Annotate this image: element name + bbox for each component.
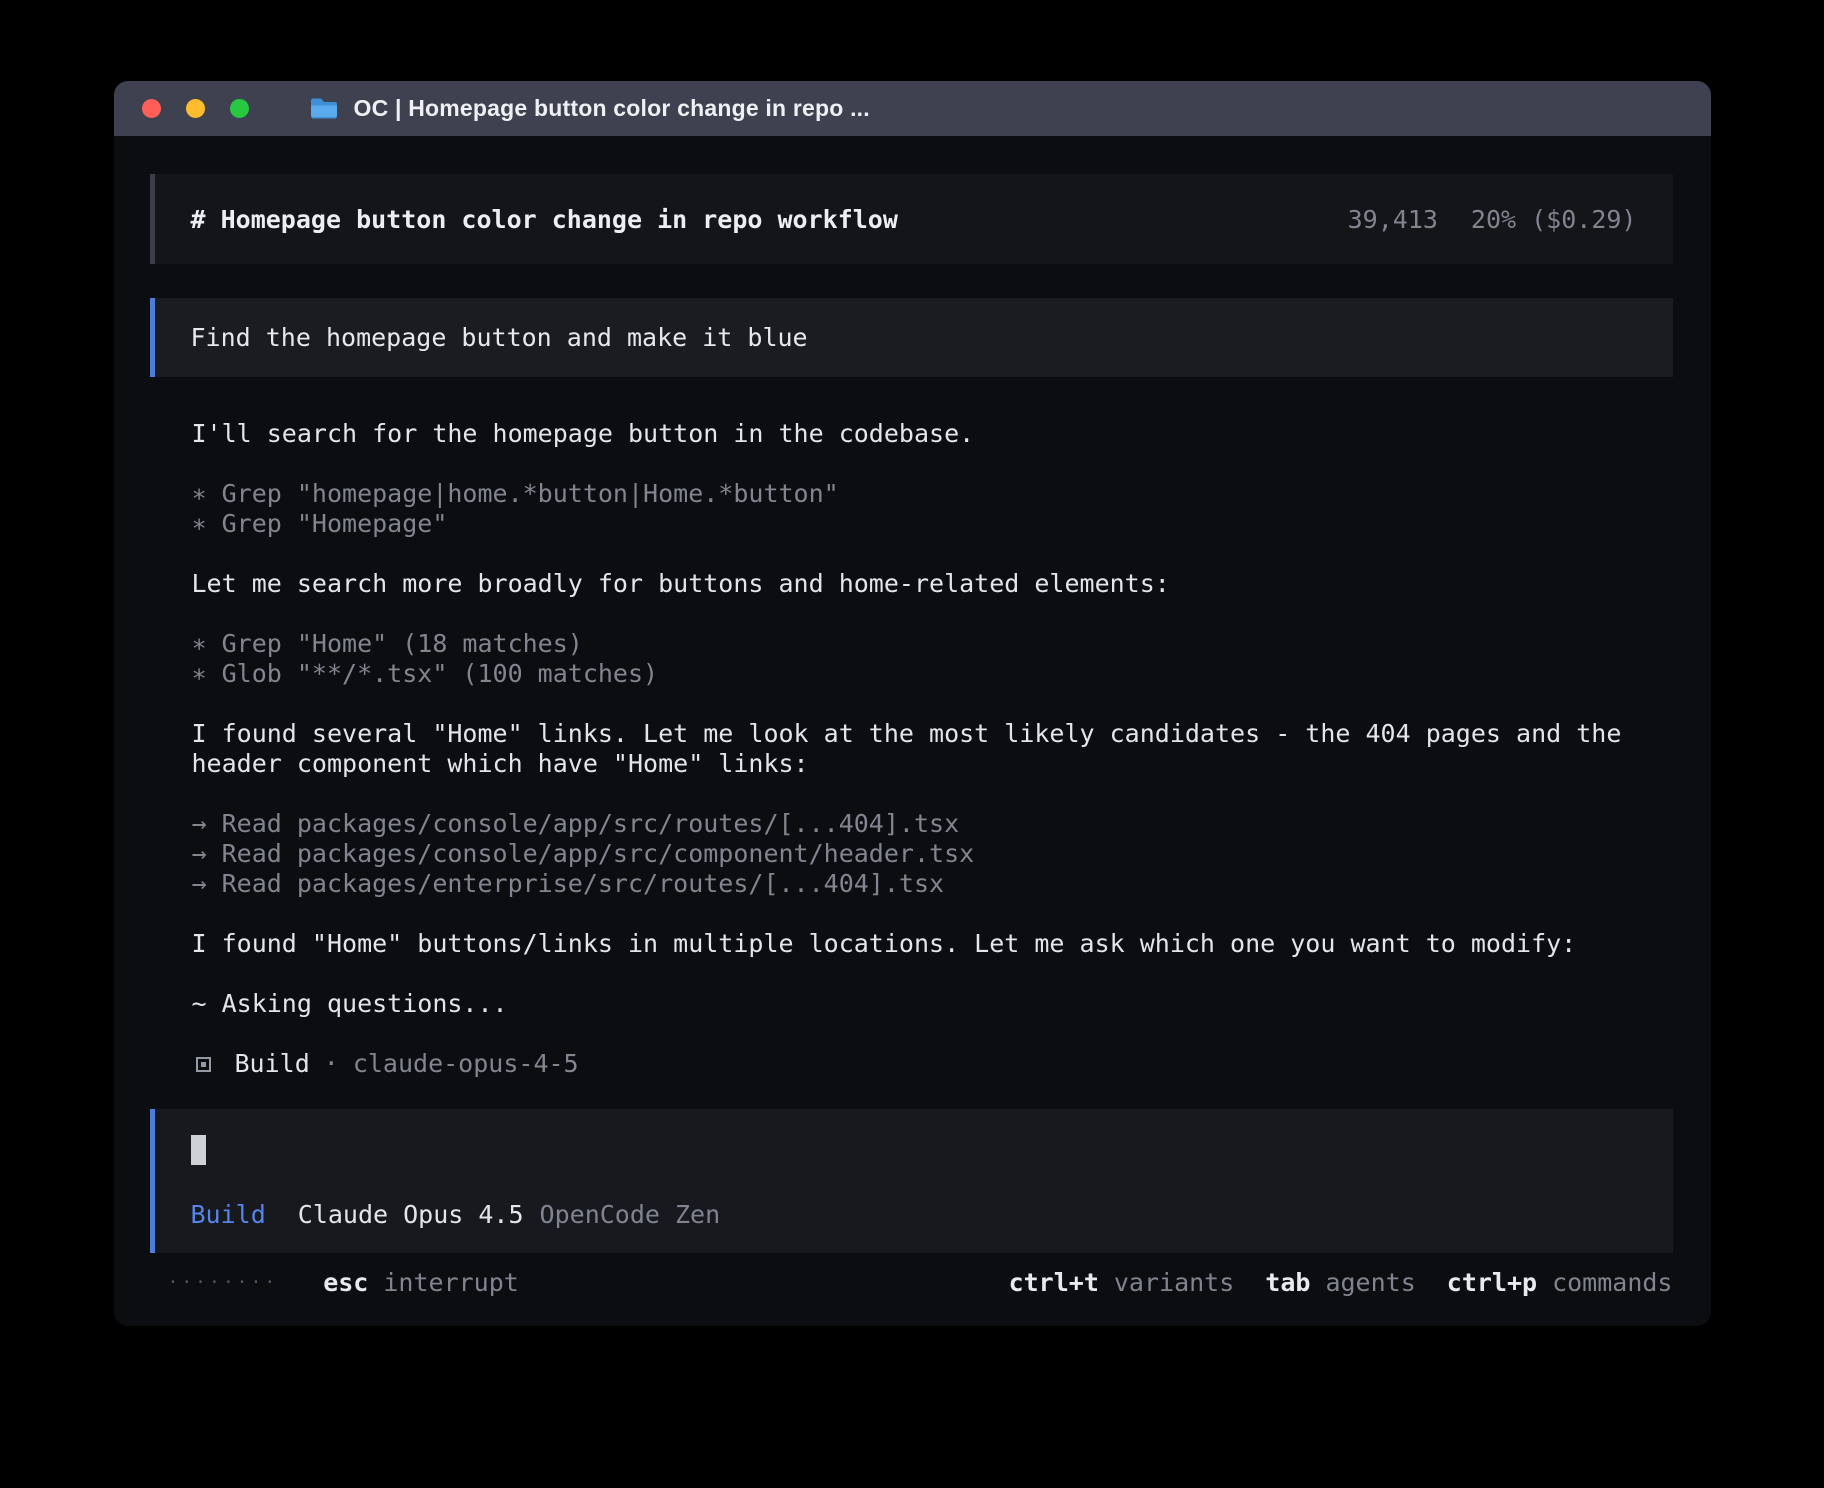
window-title: OC | Homepage button color change in rep… (354, 95, 870, 122)
assistant-text: I found several "Home" links. Let me loo… (192, 719, 1673, 779)
session-stats: 39,413 20% ($0.29) (1348, 205, 1637, 234)
terminal-window: OC | Homepage button color change in rep… (114, 81, 1711, 1326)
tool-call-grep: ∗ Grep "Home" (18 matches) (192, 629, 1673, 659)
shortcut-key: tab (1265, 1268, 1310, 1297)
separator-dot: · (324, 1049, 339, 1079)
shortcut-agents: tab agents (1265, 1268, 1415, 1297)
status-bar-left: ········ esc interrupt (168, 1268, 519, 1297)
traffic-lights (142, 99, 249, 118)
tool-call-group: ∗ Grep "Home" (18 matches) ∗ Glob "**/*.… (192, 629, 1673, 689)
session-header: # Homepage button color change in repo w… (150, 174, 1673, 264)
agent-box-icon (196, 1057, 211, 1072)
minimize-button[interactable] (186, 99, 205, 118)
folder-icon (309, 96, 339, 121)
shortcut-key: ctrl+t (1009, 1268, 1099, 1297)
zoom-button[interactable] (230, 99, 249, 118)
assistant-transcript: I'll search for the homepage button in t… (192, 419, 1673, 1079)
title-group: OC | Homepage button color change in rep… (309, 95, 870, 122)
user-message-text: Find the homepage button and make it blu… (191, 323, 808, 352)
token-count: 39,413 (1348, 205, 1438, 234)
tool-call-grep: ∗ Grep "homepage|home.*button|Home.*butt… (192, 479, 1673, 509)
input-agent-name[interactable]: Build (191, 1200, 266, 1229)
context-usage: 20% ($0.29) (1471, 205, 1637, 234)
status-bar: ········ esc interrupt ctrl+t variants t… (168, 1267, 1673, 1297)
agent-model: claude-opus-4-5 (353, 1049, 579, 1079)
input-model-name[interactable]: Claude Opus 4.5 (298, 1200, 524, 1229)
user-message: Find the homepage button and make it blu… (150, 298, 1673, 377)
shortcut-label: agents (1325, 1268, 1415, 1297)
assistant-text: Let me search more broadly for buttons a… (192, 569, 1673, 599)
shortcut-key: ctrl+p (1447, 1268, 1537, 1297)
prompt-input[interactable]: Build Claude Opus 4.5 OpenCode Zen (150, 1109, 1673, 1253)
tool-call-read: → Read packages/console/app/src/componen… (192, 839, 1673, 869)
tool-call-read: → Read packages/enterprise/src/routes/[.… (192, 869, 1673, 899)
text-cursor (191, 1135, 206, 1165)
spinner-dots: ········ (168, 1272, 279, 1293)
tool-call-read: → Read packages/console/app/src/routes/[… (192, 809, 1673, 839)
agent-name: Build (235, 1049, 310, 1079)
close-button[interactable] (142, 99, 161, 118)
shortcut-label: variants (1114, 1268, 1234, 1297)
tool-call-grep: ∗ Grep "Homepage" (192, 509, 1673, 539)
working-status: ~ Asking questions... (192, 989, 1673, 1019)
tool-call-group: → Read packages/console/app/src/routes/[… (192, 809, 1673, 899)
window-titlebar[interactable]: OC | Homepage button color change in rep… (114, 81, 1711, 136)
session-title: # Homepage button color change in repo w… (191, 205, 898, 234)
terminal-content: # Homepage button color change in repo w… (114, 136, 1711, 1297)
tool-call-glob: ∗ Glob "**/*.tsx" (100 matches) (192, 659, 1673, 689)
input-meta: Build Claude Opus 4.5 OpenCode Zen (191, 1200, 1637, 1229)
shortcut-variants: ctrl+t variants (1009, 1268, 1235, 1297)
shortcut-commands: ctrl+p commands (1447, 1268, 1673, 1297)
assistant-text: I'll search for the homepage button in t… (192, 419, 1673, 449)
input-provider-name: OpenCode Zen (540, 1200, 721, 1229)
tool-call-group: ∗ Grep "homepage|home.*button|Home.*butt… (192, 479, 1673, 539)
esc-key-hint: esc (323, 1268, 368, 1297)
shortcut-label: commands (1552, 1268, 1672, 1297)
assistant-text: I found "Home" buttons/links in multiple… (192, 929, 1673, 959)
esc-key-label: interrupt (383, 1268, 518, 1297)
agent-status-row: Build · claude-opus-4-5 (192, 1049, 1673, 1079)
status-bar-right: ctrl+t variants tab agents ctrl+p comman… (1009, 1268, 1673, 1297)
